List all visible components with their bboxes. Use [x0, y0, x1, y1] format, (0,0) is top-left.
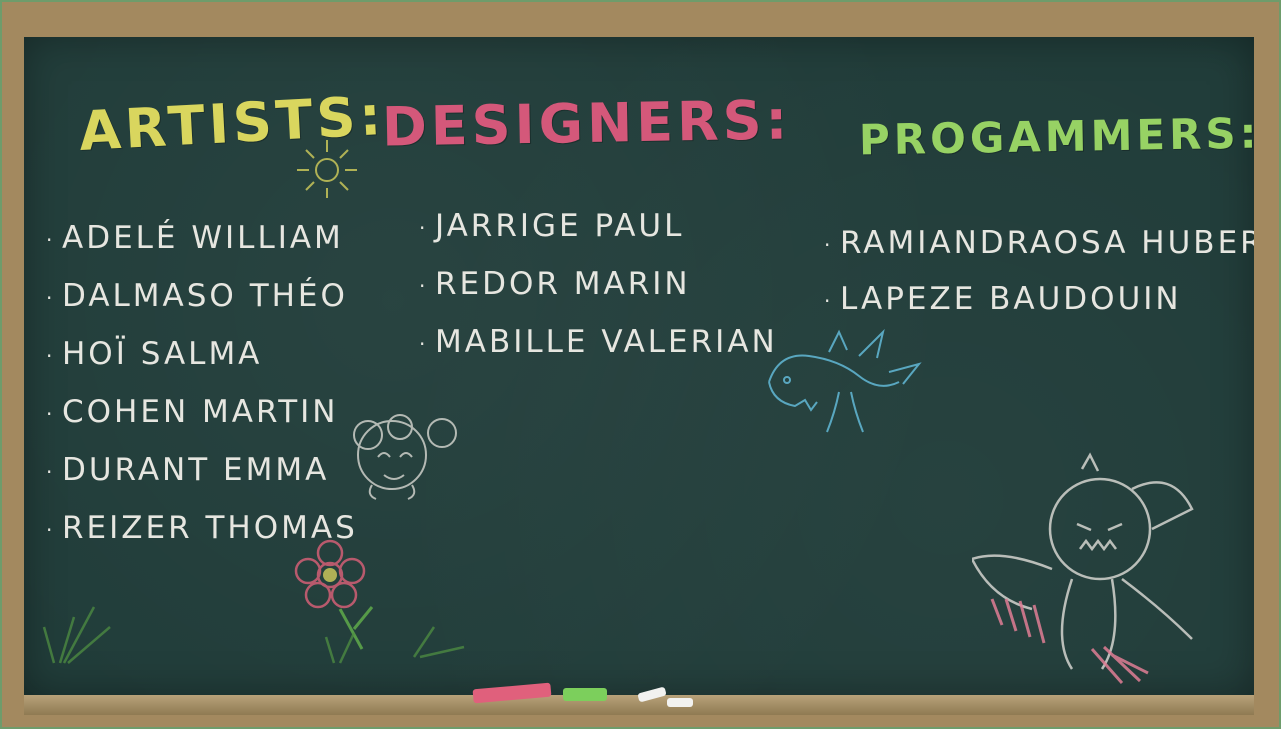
list-item: · COHEN MARTIN [46, 394, 339, 430]
artist-name: DALMASO THÉO [62, 278, 348, 314]
designer-name: REDOR MARIN [435, 266, 691, 302]
programmers-list: · RAMIANDRAOSA HUBERT · LAPEZE BAUDOUIN [824, 215, 1254, 327]
artists-list: · ADELÉ WILLIAM · DALMASO THÉO · HOÏ SALMA … [46, 209, 358, 557]
programmer-name: RAMIANDRAOSA HUBERT [840, 225, 1254, 261]
list-item: · ADELÉ WILLIAM [46, 220, 344, 256]
programmer-name: LAPEZE BAUDOUIN [840, 281, 1182, 317]
owl-doodle-icon [972, 452, 1194, 684]
sun-doodle-icon [297, 140, 357, 198]
artist-name: ADELÉ WILLIAM [62, 220, 344, 256]
list-item: · RAMIANDRAOSA HUBERT [824, 215, 1254, 271]
round-creature-doodle-icon [353, 414, 457, 500]
list-item: · LAPEZE BAUDOUIN [824, 281, 1182, 317]
list-item: · REDOR MARIN [419, 266, 691, 302]
designer-name: JARRIGE PAUL [435, 208, 685, 244]
grass-doodle-icon [42, 606, 465, 664]
list-item: · HOÏ SALMA [46, 336, 263, 372]
green-chalk-stick [563, 688, 607, 701]
list-item: · DURANT EMMA [46, 452, 330, 488]
designers-heading: DESIGNERS: [381, 88, 792, 159]
dragon-doodle-icon [768, 328, 922, 433]
list-item: · MABILLE VALERIAN [419, 324, 778, 360]
designers-list: · JARRIGE PAUL · REDOR MARIN · MABILLE VALE… [419, 197, 778, 371]
white-chalk-piece [667, 698, 693, 707]
chalkboard: ARTISTS: DESIGNERS: PROGAMMERS: · ADELÉ W… [24, 37, 1254, 695]
list-item: · JARRIGE PAUL [419, 208, 685, 244]
artist-name: COHEN MARTIN [62, 394, 339, 430]
programmers-heading: PROGAMMERS: [858, 108, 1254, 165]
list-item: · DALMASO THÉO [46, 278, 348, 314]
designer-name: MABILLE VALERIAN [435, 324, 778, 360]
artist-name: HOÏ SALMA [62, 336, 263, 372]
artist-name: DURANT EMMA [62, 452, 330, 488]
